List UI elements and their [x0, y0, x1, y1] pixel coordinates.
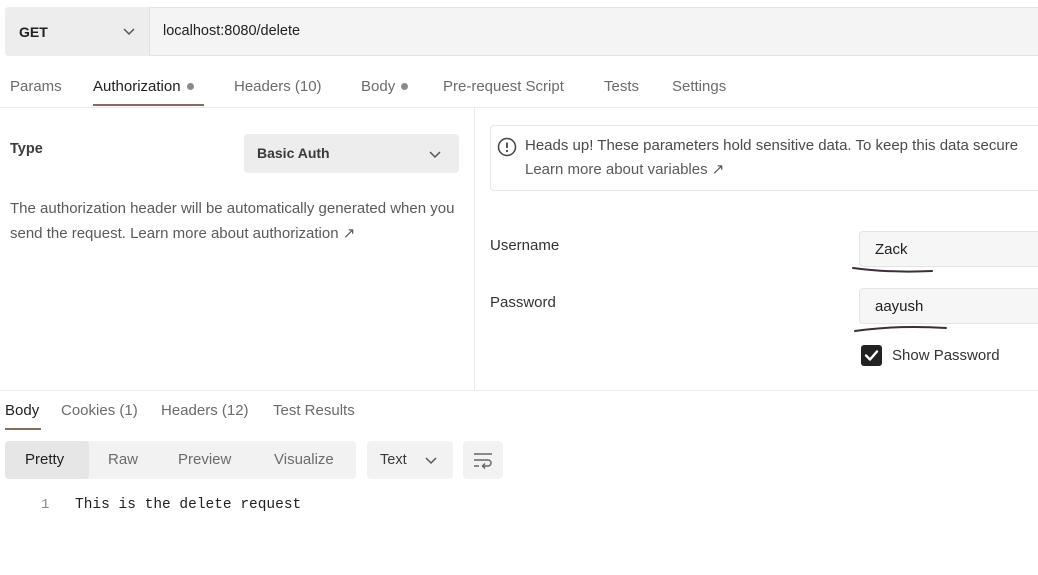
wrap-lines-icon	[474, 453, 492, 470]
url-bar	[5, 7, 1038, 56]
url-input[interactable]: localhost:8080/delete	[163, 23, 300, 39]
view-mode-visualize[interactable]: Visualize	[274, 451, 334, 468]
response-tab-cookies[interactable]: Cookies (1)	[61, 402, 138, 419]
auth-type-value: Basic Auth	[257, 145, 330, 161]
info-icon	[497, 137, 517, 157]
learn-more-authorization-link[interactable]: Learn more about authorization ↗	[130, 225, 355, 242]
view-mode-pretty[interactable]: Pretty	[25, 451, 64, 468]
password-label: Password	[490, 294, 556, 311]
response-body-text: This is the delete request	[75, 497, 302, 513]
modified-dot-icon	[186, 82, 194, 90]
tab-body-label: Body	[361, 78, 396, 95]
divider	[0, 107, 1038, 108]
response-divider	[0, 390, 1038, 391]
show-password-label: Show Password	[892, 347, 1000, 364]
annotation-underline	[852, 267, 933, 273]
annotation-underline	[854, 326, 947, 332]
view-mode-preview[interactable]: Preview	[178, 451, 231, 468]
view-mode-raw[interactable]: Raw	[108, 451, 138, 468]
chevron-down-icon	[429, 151, 441, 159]
format-value: Text	[380, 452, 407, 468]
auth-type-label: Type	[10, 141, 43, 157]
username-value: Zack	[875, 241, 908, 258]
tab-body[interactable]: Body	[361, 78, 409, 95]
password-value: aayush	[875, 298, 924, 315]
tab-authorization[interactable]: Authorization	[93, 78, 194, 95]
active-tab-indicator	[93, 104, 204, 106]
line-number: 1	[41, 497, 50, 513]
auth-description: The authorization header will be automat…	[10, 196, 470, 246]
response-tab-headers[interactable]: Headers (12)	[161, 402, 249, 419]
check-icon	[864, 350, 879, 361]
show-password-checkbox[interactable]	[861, 345, 882, 366]
chevron-down-icon	[425, 457, 437, 465]
tab-headers[interactable]: Headers (10)	[234, 78, 322, 95]
username-label: Username	[490, 237, 560, 254]
response-tab-test-results[interactable]: Test Results	[273, 402, 355, 419]
tab-settings[interactable]: Settings	[672, 78, 726, 95]
tab-tests[interactable]: Tests	[604, 78, 639, 95]
method-label: GET	[19, 24, 48, 40]
vertical-divider	[474, 108, 475, 390]
modified-dot-icon	[401, 82, 409, 90]
tab-pre-request-script[interactable]: Pre-request Script	[443, 78, 564, 95]
chevron-down-icon	[123, 28, 135, 36]
sensitive-data-notice	[490, 125, 1038, 191]
learn-more-variables-link[interactable]: Learn more about variables ↗	[525, 160, 724, 178]
tab-authorization-label: Authorization	[93, 78, 181, 95]
notice-text: Heads up! These parameters hold sensitiv…	[525, 137, 1019, 154]
active-response-tab-indicator	[5, 428, 41, 430]
tab-params[interactable]: Params	[10, 78, 62, 95]
response-tab-body[interactable]: Body	[5, 402, 39, 419]
